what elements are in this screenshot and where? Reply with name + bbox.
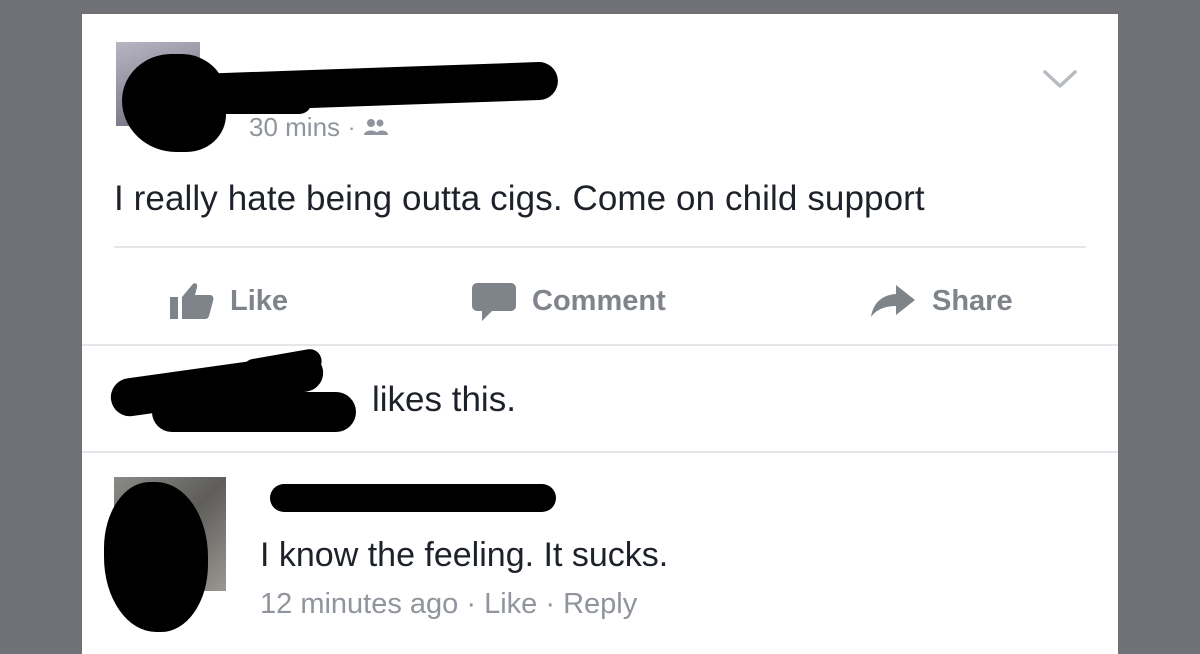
action-bar: Like Comment Share (82, 269, 1118, 333)
likes-summary[interactable]: likes this. (372, 380, 516, 420)
thumbs-up-icon (170, 281, 214, 321)
meta-separator: · (348, 114, 356, 140)
post-text: I really hate being outta cigs. Come on … (114, 179, 925, 218)
like-button[interactable]: Like (170, 269, 288, 333)
share-button[interactable]: Share (870, 269, 1013, 333)
comment-text: I know the feeling. It sucks. (260, 536, 669, 574)
post-card: 30 mins · I really hate being outta cigs… (82, 14, 1118, 654)
comment-like-link[interactable]: Like (484, 588, 537, 620)
comment-label: Comment (532, 284, 666, 317)
redaction-mark (212, 88, 312, 114)
post-timestamp[interactable]: 30 mins (249, 112, 340, 143)
post-meta: 30 mins · (249, 112, 389, 143)
divider (82, 451, 1118, 453)
friends-icon (363, 112, 389, 143)
share-label: Share (932, 284, 1013, 317)
comment-meta: 12 minutes ago · Like · Reply (260, 588, 637, 621)
redaction-mark (104, 482, 208, 632)
comment-bubble-icon (472, 281, 516, 321)
redaction-mark (270, 484, 556, 512)
chevron-down-icon[interactable] (1042, 68, 1078, 92)
meta-separator: · (545, 588, 556, 620)
divider (114, 246, 1086, 248)
like-label: Like (230, 284, 289, 317)
meta-separator: · (466, 588, 477, 620)
share-arrow-icon (870, 283, 916, 319)
comment-button[interactable]: Comment (472, 269, 666, 333)
comment-reply-link[interactable]: Reply (563, 588, 637, 620)
redaction-mark (152, 392, 356, 432)
comment-timestamp[interactable]: 12 minutes ago (260, 588, 458, 620)
divider (82, 344, 1118, 346)
